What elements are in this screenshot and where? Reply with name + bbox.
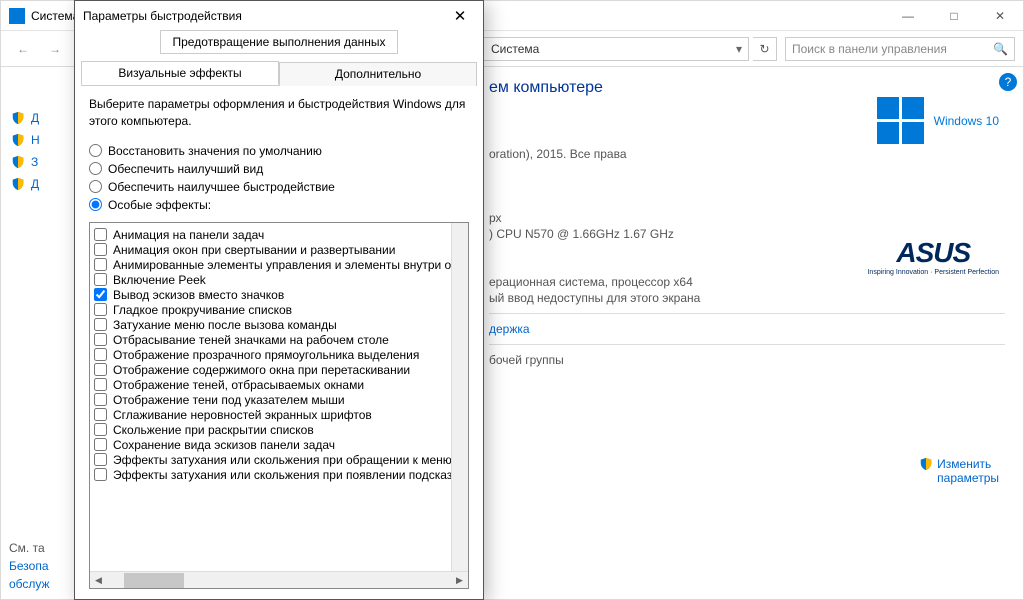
os-type: ерационная система, процессор x64 [489,275,1005,289]
checkbox-input[interactable] [94,438,107,451]
scroll-left-icon[interactable]: ◀ [90,572,107,589]
checkbox-input[interactable] [94,273,107,286]
effect-checkbox[interactable]: Сохранение вида эскизов панели задач [94,438,447,452]
effect-checkbox[interactable]: Отображение прозрачного прямоугольника в… [94,348,447,362]
radio-option[interactable]: Обеспечить наилучший вид [89,162,469,176]
effect-checkbox[interactable]: Эффекты затухания или скольжения при поя… [94,468,447,482]
effect-checkbox[interactable]: Эффекты затухания или скольжения при обр… [94,453,447,467]
checkbox-input[interactable] [94,333,107,346]
effect-checkbox[interactable]: Отбрасывание теней значками на рабочем с… [94,333,447,347]
effect-checkbox[interactable]: Скольжение при раскрытии списков [94,423,447,437]
checkbox-input[interactable] [94,258,107,271]
effect-checkbox[interactable]: Анимация окон при свертывании и разверты… [94,243,447,257]
scrollbar-horizontal[interactable]: ◀ ▶ [90,571,468,588]
effect-checkbox[interactable]: Анимированные элементы управления и элем… [94,258,447,272]
tab-dep[interactable]: Предотвращение выполнения данных [160,30,398,54]
shield-icon [11,111,25,125]
effects-listbox: Анимация на панели задачАнимация окон пр… [89,222,469,589]
checkbox-input[interactable] [94,348,107,361]
effect-checkbox[interactable]: Вывод эскизов вместо значков [94,288,447,302]
checkbox-input[interactable] [94,318,107,331]
see-also: См. та Безопа обслуж [9,535,50,591]
checkbox-input[interactable] [94,288,107,301]
close-button[interactable]: ✕ [977,1,1023,31]
scrollbar-vertical[interactable] [451,223,468,571]
radio-input[interactable] [89,144,102,157]
shield-icon [919,457,933,471]
effect-checkbox[interactable]: Сглаживание неровностей экранных шрифтов [94,408,447,422]
back-button[interactable]: ← [9,35,37,63]
radio-option[interactable]: Обеспечить наилучшее быстродействие [89,180,469,194]
checkbox-input[interactable] [94,243,107,256]
radio-input[interactable] [89,198,102,211]
radio-input[interactable] [89,162,102,175]
breadcrumb: Система [491,42,539,56]
scroll-right-icon[interactable]: ▶ [451,572,468,589]
checkbox-input[interactable] [94,378,107,391]
footer-link[interactable]: обслуж [9,577,50,591]
cpu-arch: рх [489,211,1005,225]
checkbox-input[interactable] [94,363,107,376]
effect-checkbox[interactable]: Отображение теней, отбрасываемых окнами [94,378,447,392]
search-icon: 🔍 [993,42,1008,56]
app-icon [9,8,25,24]
dropdown-icon[interactable]: ▾ [736,42,742,56]
radio-option[interactable]: Особые эффекты: [89,198,469,212]
checkbox-input[interactable] [94,228,107,241]
footer-link[interactable]: Безопа [9,559,50,573]
dialog-titlebar: Параметры быстродействия ✕ [75,1,483,31]
shield-icon [11,155,25,169]
checkbox-input[interactable] [94,408,107,421]
close-icon[interactable]: ✕ [445,1,475,31]
windows-logo: Windows 10 [877,97,999,144]
radio-option[interactable]: Восстановить значения по умолчанию [89,144,469,158]
shield-icon [11,177,25,191]
dialog-title: Параметры быстродействия [83,9,445,23]
touch-info: ый ввод недоступны для этого экрана [489,291,1005,305]
copyright-text: oration), 2015. Все права [489,147,1005,161]
shield-icon [11,133,25,147]
checkbox-input[interactable] [94,453,107,466]
change-settings-link[interactable]: Изменить параметры [919,457,999,485]
search-placeholder: Поиск в панели управления [792,42,947,56]
tab-advanced[interactable]: Дополнительно [279,62,477,86]
checkbox-input[interactable] [94,303,107,316]
checkbox-input[interactable] [94,393,107,406]
minimize-button[interactable]: ― [885,1,931,31]
tab-visual-effects[interactable]: Визуальные эффекты [81,61,279,85]
performance-options-dialog: Параметры быстродействия ✕ Предотвращени… [74,0,484,600]
dialog-description: Выберите параметры оформления и быстроде… [89,96,469,130]
window-title: Система [31,9,79,23]
checkbox-input[interactable] [94,468,107,481]
refresh-button[interactable]: ↻ [753,37,777,61]
maximize-button[interactable]: □ [931,1,977,31]
effect-checkbox[interactable]: Анимация на панели задач [94,228,447,242]
workgroup-label: бочей группы [489,353,1005,367]
tab-strip: Визуальные эффекты Дополнительно [81,61,477,86]
support-link[interactable]: держка [489,322,1005,336]
effect-checkbox[interactable]: Включение Peek [94,273,447,287]
checkbox-input[interactable] [94,423,107,436]
effect-checkbox[interactable]: Затухание меню после вызова команды [94,318,447,332]
scroll-thumb[interactable] [124,573,184,588]
radio-input[interactable] [89,180,102,193]
effect-checkbox[interactable]: Гладкое прокручивание списков [94,303,447,317]
asus-logo: ASUS Inspiring Innovation · Persistent P… [867,237,999,276]
effect-checkbox[interactable]: Отображение тени под указателем мыши [94,393,447,407]
forward-button[interactable]: → [41,35,69,63]
page-title: ем компьютере [489,79,1005,97]
effect-checkbox[interactable]: Отображение содержимого окна при перетас… [94,363,447,377]
search-box[interactable]: Поиск в панели управления 🔍 [785,37,1015,61]
